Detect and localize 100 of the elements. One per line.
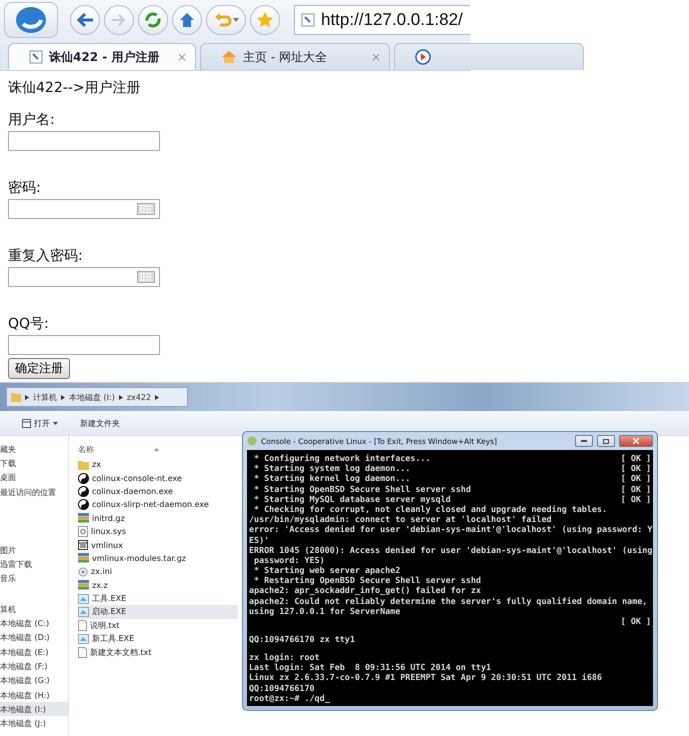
- chevron-icon: [155, 394, 160, 400]
- password-field[interactable]: [8, 267, 160, 287]
- refresh-button[interactable]: [138, 5, 168, 35]
- breadcrumb-item[interactable]: 本地磁盘 (I:): [69, 392, 115, 402]
- home-button[interactable]: [172, 5, 202, 35]
- terminal-line: * Checking for corrupt, not cleanly closed and upgrade needing tables.: [253, 504, 607, 514]
- terminal-line: * Starting kernel log daemon...: [253, 473, 410, 484]
- status-text: [ OK ]: [620, 484, 651, 494]
- status-text: [ OK ]: [620, 494, 651, 504]
- gear-document-icon: [78, 526, 88, 538]
- terminal-line: * Starting OpenBSD Secure Shell server sshd: [253, 484, 471, 494]
- document-icon: [78, 620, 87, 631]
- terminal-line: apache2: apr_sockaddr_info_get() failed for zx: [249, 585, 481, 596]
- back-arrow-icon: [76, 12, 94, 28]
- file-item[interactable]: initrd.gz: [78, 512, 238, 525]
- input-field[interactable]: [8, 335, 160, 355]
- field-label: QQ号:: [8, 315, 50, 333]
- keyboard-icon: [137, 271, 155, 283]
- field-label: 重复入密码:: [8, 247, 84, 265]
- file-item[interactable]: 工具.EXE: [78, 592, 238, 606]
- browser-tab[interactable]: 主页 - 网址大全 ×: [200, 43, 390, 70]
- star-icon: [256, 11, 274, 29]
- terminal-line: ES)': [249, 534, 270, 545]
- status-text: [ OK ]: [620, 616, 651, 626]
- file-item[interactable]: 启动.EXE: [78, 605, 238, 619]
- toolbar-button[interactable]: 打开: [22, 418, 58, 428]
- file-item[interactable]: zx: [78, 458, 238, 472]
- minimize-button[interactable]: [575, 435, 593, 447]
- nav-item[interactable]: 本地磁盘 (I:): [0, 702, 68, 716]
- nav-item[interactable]: 本地磁盘 (J:): [0, 716, 68, 731]
- toolbar-button[interactable]: 新建文件夹: [80, 418, 120, 428]
- address-bar[interactable]: http://127.0.0.1:82/: [294, 5, 470, 35]
- nav-item[interactable]: 藏夹: [0, 442, 68, 456]
- file-item[interactable]: linux.sys: [78, 524, 238, 538]
- url-text: http://127.0.0.1:82/: [321, 10, 463, 30]
- program-icon: [78, 634, 89, 644]
- nav-item[interactable]: 本地磁盘 (C:): [0, 616, 68, 631]
- maximize-button[interactable]: [597, 435, 615, 447]
- nav-item[interactable]: 图片: [0, 543, 68, 558]
- program-icon: [78, 594, 89, 604]
- file-item[interactable]: 新建文本文档.txt: [78, 645, 238, 659]
- field-label: 用户名:: [8, 111, 56, 129]
- document-icon: [78, 646, 87, 658]
- file-item[interactable]: vmlinux-modules.tar.gz: [78, 552, 238, 566]
- file-item[interactable]: 新工具.EXE: [78, 632, 238, 646]
- nav-item[interactable]: 本地磁盘 (D:): [0, 630, 68, 645]
- terminal-line: error: 'Access denied for user 'debian-sys-maint'@'localhost' (using password: Y: [249, 524, 652, 534]
- nav-item[interactable]: 算机: [0, 602, 68, 616]
- nav-item[interactable]: 本地磁盘 (G:): [0, 674, 68, 688]
- browser-tab[interactable]: 诛仙422 - 用户注册 ×: [8, 43, 196, 70]
- file-item[interactable]: vmlinux: [78, 538, 238, 552]
- password-field[interactable]: [8, 199, 160, 219]
- nav-item[interactable]: 迅雷下载: [0, 557, 68, 572]
- close-icon: [633, 438, 639, 444]
- file-item[interactable]: zx.ini: [78, 565, 238, 579]
- minimize-icon: [581, 440, 587, 442]
- terminal-line: * Starting MySQL database server mysqld: [253, 494, 451, 504]
- close-button[interactable]: [619, 435, 653, 447]
- terminal-line: Linux zx 2.6.33.7-co-0.7.9 #1 PREEMPT Sat Apr 9 20:30:51 UTC 2011 i686: [249, 672, 602, 683]
- column-header[interactable]: 名称: [78, 444, 94, 454]
- favorite-button[interactable]: [250, 5, 280, 35]
- logo-icon: [14, 6, 48, 34]
- file-item[interactable]: 说明.txt: [78, 618, 238, 632]
- folder-icon: [78, 460, 89, 470]
- input-field[interactable]: [8, 131, 160, 151]
- nav-item[interactable]: 本地磁盘 (E:): [0, 644, 68, 660]
- file-item[interactable]: colinux-daemon.exe: [78, 484, 238, 498]
- file-item[interactable]: zx.z: [78, 578, 238, 592]
- home-icon: [179, 12, 195, 28]
- archive-icon: [78, 553, 89, 564]
- page-icon: [301, 13, 315, 27]
- nav-item[interactable]: 音乐: [0, 572, 68, 586]
- terminal-line: Last login: Sat Feb 8 09:31:56 UTC 2014 on tty1: [249, 662, 492, 672]
- nav-item[interactable]: 本地磁盘 (F:): [0, 659, 68, 674]
- browser-tab[interactable]: [394, 43, 584, 70]
- open-icon: [22, 418, 31, 428]
- terminal-line: ERROR 1045 (28000): Access denied for user 'debian-sys-maint'@'localhost' (using: [249, 544, 652, 555]
- settings-icon: [78, 566, 88, 577]
- page-heading: 诛仙422-->用户注册: [8, 79, 142, 97]
- breadcrumb-bar[interactable]: 计算机 本地磁盘 (I:) zx422: [6, 387, 188, 407]
- nav-item[interactable]: 桌面: [0, 470, 68, 485]
- caret-icon: [232, 18, 238, 22]
- file-item[interactable]: colinux-console-nt.exe: [78, 471, 238, 485]
- breadcrumb-item[interactable]: 计算机: [33, 392, 57, 402]
- terminal-line: using 127.0.0.1 for ServerName: [249, 606, 400, 616]
- file-item[interactable]: colinux-slirp-net-daemon.exe: [78, 498, 238, 512]
- breadcrumb-item[interactable]: zx422: [126, 392, 152, 402]
- undo-button[interactable]: [206, 5, 246, 35]
- nav-item[interactable]: 最近访问的位置: [0, 484, 68, 500]
- browser-logo[interactable]: [4, 2, 58, 38]
- terminal-line: * Starting system log daemon...: [253, 463, 410, 474]
- window-icon: [78, 540, 88, 550]
- register-button[interactable]: 确定注册: [8, 358, 70, 379]
- back-button[interactable]: [70, 5, 100, 35]
- yin-yang-icon: [78, 472, 89, 484]
- chevron-icon: [61, 394, 65, 400]
- terminal-line: /usr/bin/mysqladmin: connect to server at 'localhost' failed: [249, 514, 552, 524]
- nav-item[interactable]: 本地磁盘 (H:): [0, 688, 68, 702]
- nav-item[interactable]: 下载: [0, 456, 68, 471]
- page-icon: [29, 50, 43, 64]
